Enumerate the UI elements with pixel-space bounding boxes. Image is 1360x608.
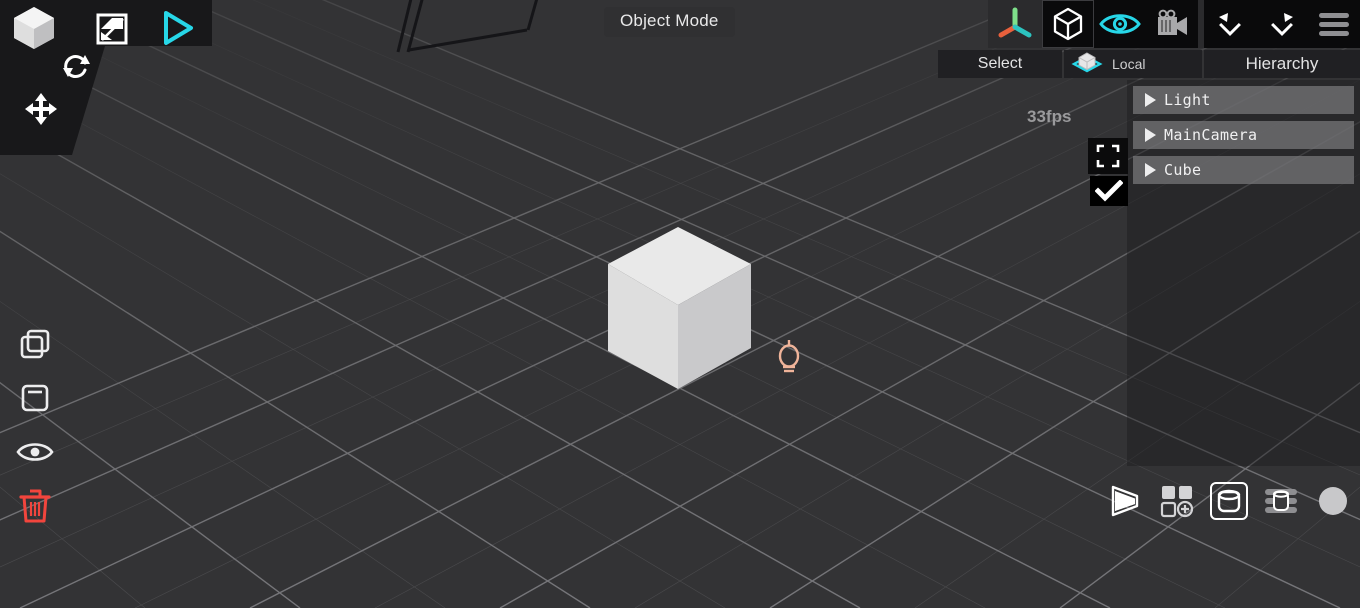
chevron-right-icon[interactable] — [1145, 163, 1156, 177]
view-group — [1094, 0, 1198, 48]
chevron-right-icon[interactable] — [1145, 93, 1156, 107]
history-group — [1204, 0, 1360, 48]
undo-icon — [1219, 13, 1241, 37]
scale-tool[interactable] — [92, 10, 132, 48]
light-gizmo — [778, 340, 800, 373]
eye-icon — [16, 443, 54, 461]
rotate-tool[interactable] — [58, 48, 94, 84]
left-action-strip — [12, 322, 58, 528]
hierarchy-panel: Light MainCamera Cube — [1127, 80, 1360, 466]
camera-gizmo — [396, 0, 539, 53]
shading-icon — [1111, 485, 1139, 517]
hierarchy-tab[interactable]: Hierarchy — [1204, 50, 1360, 78]
scale-icon — [96, 13, 128, 45]
chevron-right-icon[interactable] — [1145, 128, 1156, 142]
list-icon — [1265, 489, 1297, 513]
top-right-toolbar — [988, 0, 1360, 48]
sphere-icon — [1319, 487, 1347, 515]
object-button[interactable] — [1210, 482, 1248, 520]
add-grid-icon — [1160, 486, 1194, 518]
select-button[interactable]: Select — [938, 50, 1062, 78]
list-button[interactable] — [1262, 482, 1300, 520]
cube-object — [608, 227, 751, 389]
local-space-icon — [1071, 52, 1103, 73]
transform-space-button[interactable]: Local — [1064, 50, 1202, 78]
axis-gizmo[interactable] — [988, 0, 1042, 48]
material-button[interactable] — [1314, 482, 1352, 520]
visibility-button[interactable] — [13, 430, 57, 474]
paste-button[interactable] — [13, 376, 57, 420]
hierarchy-item-label: Cube — [1164, 161, 1202, 179]
menu-button[interactable] — [1308, 0, 1360, 48]
hierarchy-item-light[interactable]: Light — [1133, 86, 1354, 114]
cube-icon — [14, 7, 54, 49]
object-icon — [1217, 489, 1241, 513]
hamburger-icon — [1319, 13, 1349, 36]
context-toolbar: Select Local Hierarchy — [938, 50, 1360, 78]
cube-outline-icon — [1053, 7, 1083, 41]
play-icon — [164, 11, 193, 45]
focus-button[interactable] — [1088, 138, 1128, 174]
editor-root: Object Mode 33fps Select Local Hierarchy… — [0, 0, 1360, 608]
play-tool[interactable] — [158, 8, 198, 48]
hierarchy-item-cube[interactable]: Cube — [1133, 156, 1354, 184]
hierarchy-item-label: MainCamera — [1164, 126, 1258, 144]
copy-icon — [20, 329, 50, 359]
video-camera-icon — [1158, 9, 1187, 35]
redo-button[interactable] — [1256, 0, 1308, 48]
add-object-button[interactable] — [1158, 482, 1196, 520]
move-tool[interactable] — [22, 90, 60, 128]
object-tool[interactable] — [8, 2, 60, 54]
fps-counter: 33fps — [1027, 107, 1072, 126]
bottom-right-toolbar — [1106, 482, 1352, 520]
duplicate-button[interactable] — [13, 322, 57, 366]
camera-button[interactable] — [1146, 0, 1198, 48]
shading-button[interactable] — [1106, 482, 1144, 520]
eye-icon — [1099, 14, 1141, 34]
hierarchy-item-label: Light — [1164, 91, 1211, 109]
shape-mode-button[interactable] — [1042, 0, 1094, 48]
mode-label: Object Mode — [604, 7, 735, 37]
paste-icon — [21, 384, 49, 412]
check-icon — [1095, 180, 1123, 202]
visibility-toggle-button[interactable] — [1094, 0, 1146, 48]
undo-button[interactable] — [1204, 0, 1256, 48]
confirm-button[interactable] — [1090, 176, 1128, 206]
focus-brackets-icon — [1096, 144, 1120, 168]
move-icon — [25, 93, 57, 125]
transform-space-label: Local — [1112, 56, 1146, 72]
hierarchy-item-maincamera[interactable]: MainCamera — [1133, 121, 1354, 149]
redo-icon — [1271, 13, 1293, 37]
delete-button[interactable] — [13, 484, 57, 528]
axis-gizmo-icon — [998, 7, 1032, 38]
rotate-icon — [63, 55, 90, 78]
trash-icon — [19, 489, 51, 523]
